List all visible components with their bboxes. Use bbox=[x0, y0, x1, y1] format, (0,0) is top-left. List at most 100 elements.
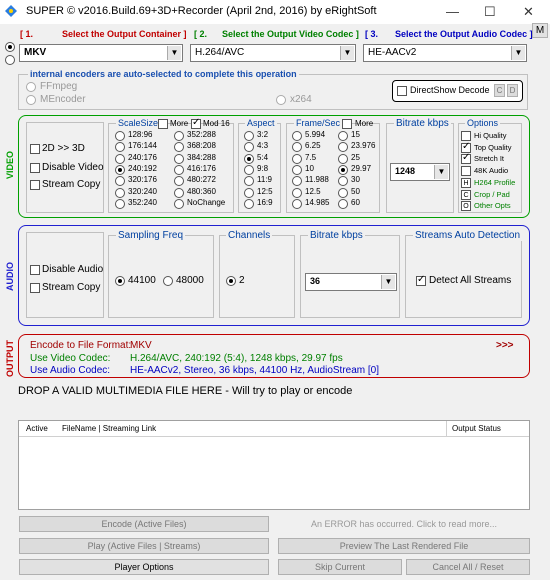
player-options-button[interactable]: Player Options bbox=[19, 559, 269, 575]
play-button[interactable]: Play (Active Files | Streams) bbox=[19, 538, 269, 554]
h264-profile-link[interactable]: H264 Profile bbox=[474, 178, 515, 187]
scalesize-option-label: NoChange bbox=[187, 197, 226, 207]
chevron-down-icon: ▼ bbox=[434, 165, 448, 179]
cancel-all-button[interactable]: Cancel All / Reset bbox=[406, 559, 530, 575]
scalesize-option-label: 240:192 bbox=[128, 163, 157, 173]
step1-label: Select the Output Container ] bbox=[62, 29, 187, 39]
fps-option-radio[interactable] bbox=[338, 187, 348, 198]
fps-option-label: 6.25 bbox=[305, 141, 321, 151]
scalesize-option-label: 352:288 bbox=[187, 130, 216, 139]
fps-option-radio[interactable] bbox=[292, 198, 302, 209]
48k-audio-label: 48K Audio bbox=[474, 166, 509, 175]
scalesize-option-radio[interactable] bbox=[174, 131, 184, 141]
directshow-c-button[interactable]: C bbox=[494, 84, 505, 97]
col-active[interactable]: Active bbox=[26, 424, 48, 433]
video-codec-select[interactable]: H.264/AVC ▼ bbox=[190, 44, 356, 62]
corner-m-button[interactable]: M bbox=[532, 23, 548, 38]
maximize-button[interactable]: ☐ bbox=[484, 4, 496, 20]
scalesize-option-label: 416:176 bbox=[187, 163, 216, 173]
fps-option-label: 50 bbox=[351, 186, 360, 196]
mode-radio-2[interactable] bbox=[5, 55, 15, 65]
aspect-option-radio[interactable] bbox=[244, 198, 254, 209]
fps-option-radio[interactable] bbox=[338, 198, 348, 209]
fps-more-checkbox[interactable] bbox=[342, 119, 352, 129]
stretch-checkbox[interactable] bbox=[461, 152, 471, 164]
disable-video-checkbox[interactable] bbox=[30, 163, 40, 173]
fps-option-label: 5.994 bbox=[305, 130, 326, 139]
audio-stream-copy-checkbox[interactable] bbox=[30, 283, 40, 293]
close-button[interactable]: ✕ bbox=[523, 4, 534, 20]
aspect-option-radio[interactable] bbox=[244, 187, 254, 198]
col-status[interactable]: Output Status bbox=[452, 424, 501, 433]
col-filename[interactable]: FileName | Streaming Link bbox=[62, 424, 156, 433]
scalesize-more-checkbox[interactable] bbox=[158, 119, 168, 129]
crop-pad-link[interactable]: Crop / Pad bbox=[474, 190, 510, 199]
audio-bitrate-select[interactable]: 36 ▼ bbox=[305, 273, 397, 291]
scalesize-option-label: 368:208 bbox=[187, 141, 216, 151]
output-more-button[interactable]: >>> bbox=[496, 340, 514, 351]
container-select[interactable]: MKV ▼ bbox=[19, 44, 183, 62]
video-codec-label: Use Video Codec: bbox=[30, 353, 111, 364]
disable-audio-checkbox[interactable] bbox=[30, 265, 40, 275]
fps-option-radio[interactable] bbox=[338, 131, 348, 141]
aspect-option-radio[interactable] bbox=[244, 131, 254, 141]
fps-option-radio[interactable] bbox=[292, 153, 302, 164]
aspect-option-radio[interactable] bbox=[244, 164, 254, 175]
freq-48000-radio[interactable] bbox=[163, 276, 173, 286]
audio-codec-select[interactable]: HE-AACv2 ▼ bbox=[363, 44, 527, 62]
scalesize-option-radio[interactable] bbox=[174, 164, 184, 175]
fps-option-radio[interactable] bbox=[292, 131, 302, 141]
aspect-option-label: 4:3 bbox=[257, 141, 269, 151]
audio-side-label: AUDIO bbox=[5, 262, 15, 291]
fps-option-radio[interactable] bbox=[292, 164, 302, 175]
video-bitrate-select[interactable]: 1248 ▼ bbox=[390, 163, 450, 181]
scalesize-option-label: 176:144 bbox=[128, 141, 157, 151]
3d-checkbox[interactable] bbox=[30, 144, 40, 154]
crop-pad-icon[interactable]: C bbox=[461, 190, 471, 200]
encode-button[interactable]: Encode (Active Files) bbox=[19, 516, 269, 532]
error-link[interactable]: An ERROR has occurred. Click to read mor… bbox=[278, 516, 530, 532]
fps-option-radio[interactable] bbox=[292, 187, 302, 198]
fps-option-label: 10 bbox=[305, 163, 314, 173]
fps-option-radio[interactable] bbox=[338, 164, 348, 175]
channels-2-radio[interactable] bbox=[226, 276, 236, 286]
directshow-d-button[interactable]: D bbox=[507, 84, 518, 97]
other-opts-link[interactable]: Other Opts bbox=[474, 201, 511, 210]
scalesize-option-radio[interactable] bbox=[115, 153, 125, 164]
mencoder-radio[interactable] bbox=[26, 95, 36, 105]
preview-button[interactable]: Preview The Last Rendered File bbox=[278, 538, 530, 554]
fps-option-radio[interactable] bbox=[338, 153, 348, 164]
scalesize-option-radio[interactable] bbox=[174, 187, 184, 198]
other-opts-icon[interactable]: O bbox=[461, 201, 471, 211]
audio-toggles-group bbox=[26, 232, 104, 318]
h264-profile-icon[interactable]: H bbox=[461, 178, 471, 188]
scalesize-option-label: 352:240 bbox=[128, 197, 157, 207]
video-stream-copy-checkbox[interactable] bbox=[30, 180, 40, 190]
ffmpeg-label: FFmpeg bbox=[40, 81, 78, 92]
scalesize-option-radio[interactable] bbox=[115, 164, 125, 175]
scalesize-option-radio[interactable] bbox=[174, 198, 184, 209]
output-side-label: OUTPUT bbox=[5, 340, 15, 377]
mode-radio-1[interactable] bbox=[5, 42, 15, 52]
ffmpeg-radio[interactable] bbox=[26, 82, 36, 92]
detect-all-streams-checkbox[interactable] bbox=[416, 274, 426, 286]
fps-option-label: 15 bbox=[351, 130, 360, 139]
window-title: SUPER © v2016.Build.69+3D+Recorder (Apri… bbox=[26, 5, 377, 17]
freq-44100-radio[interactable] bbox=[115, 276, 125, 286]
48k-audio-checkbox[interactable] bbox=[461, 166, 471, 176]
aspect-option-radio[interactable] bbox=[244, 153, 254, 164]
x264-radio[interactable] bbox=[276, 95, 286, 105]
scalesize-option-radio[interactable] bbox=[115, 187, 125, 198]
fps-option-label: 7.5 bbox=[305, 152, 317, 162]
scalesize-option-radio[interactable] bbox=[115, 198, 125, 209]
mod16-checkbox[interactable] bbox=[191, 117, 201, 129]
directshow-checkbox[interactable] bbox=[397, 86, 407, 96]
scalesize-option-label: 240:176 bbox=[128, 152, 157, 162]
hi-quality-checkbox[interactable] bbox=[461, 131, 471, 141]
scalesize-option-radio[interactable] bbox=[115, 131, 125, 141]
scalesize-option-radio[interactable] bbox=[174, 153, 184, 164]
drop-hint: DROP A VALID MULTIMEDIA FILE HERE - Will… bbox=[18, 385, 353, 397]
skip-current-button[interactable]: Skip Current bbox=[278, 559, 402, 575]
minimize-button[interactable]: — bbox=[446, 4, 459, 19]
scalesize-more-label: More bbox=[170, 119, 189, 128]
